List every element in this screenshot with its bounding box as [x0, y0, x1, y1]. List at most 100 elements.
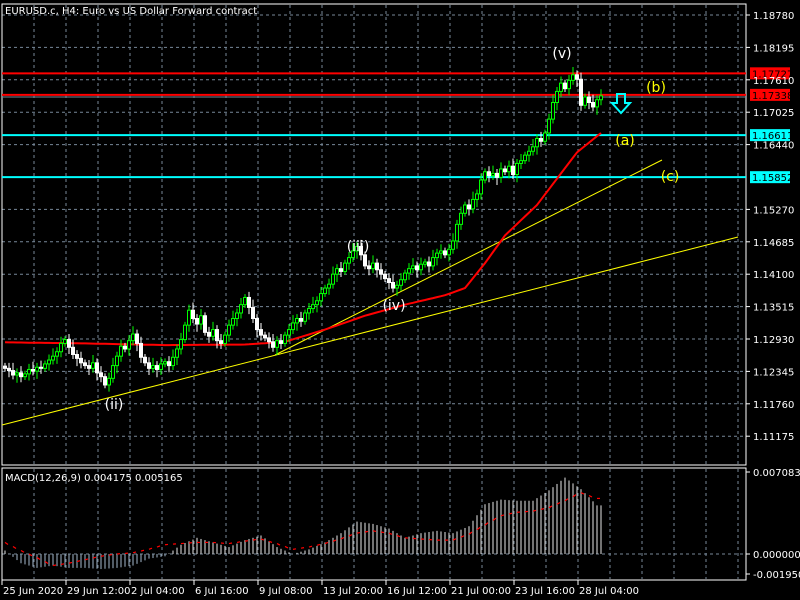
- time-tick-label: 28 Jul 04:00: [579, 586, 639, 597]
- candle-bullish: [331, 273, 335, 285]
- signal-segment: [4, 541, 9, 545]
- candle-bullish: [159, 363, 163, 370]
- candle-bullish: [543, 132, 547, 142]
- price-level-label: 1.15852: [752, 173, 793, 184]
- candle-bearish: [67, 339, 71, 348]
- time-tick-label: 21 Jul 00:00: [451, 586, 511, 597]
- candle-bullish: [515, 162, 519, 176]
- candle-bullish: [347, 257, 351, 264]
- candle-bearish: [487, 171, 491, 177]
- candle-bullish: [567, 79, 571, 90]
- candle-bearish: [75, 354, 79, 359]
- candle-bearish: [299, 318, 303, 322]
- candle-bullish: [107, 377, 111, 386]
- candle-bearish: [251, 306, 255, 320]
- candle-bullish: [223, 334, 227, 344]
- candle-bullish: [51, 355, 55, 361]
- candle-bearish: [219, 340, 223, 344]
- candle-bearish: [3, 365, 7, 369]
- candle-bullish: [471, 198, 475, 210]
- candle-bearish: [215, 329, 219, 342]
- trendlines[interactable]: [1, 159, 739, 426]
- candle-bearish: [495, 172, 499, 178]
- price-tick-label: 1.11175: [753, 432, 794, 443]
- candle-bearish: [367, 265, 371, 270]
- price-tick-label: 1.11760: [753, 400, 794, 411]
- candle-bearish: [191, 309, 195, 320]
- candle-bullish: [227, 324, 231, 336]
- candle-bearish: [203, 315, 207, 333]
- candle-bearish: [503, 168, 507, 173]
- candle-bearish: [267, 337, 271, 343]
- macd-label: MACD(12,26,9) 0.004175 0.005165: [5, 473, 183, 484]
- signal-segment: [356, 531, 361, 534]
- time-axis: 25 Jun 2020 29 Jun 12:00 2 Jul 04:00 6 Jul …: [1, 580, 639, 597]
- candle-bullish: [519, 160, 523, 164]
- signal-segment: [252, 538, 257, 541]
- candle-bullish: [235, 312, 239, 320]
- price-levels[interactable]: 1.177271.173381.166111.15852: [2, 67, 793, 184]
- candle-bearish: [139, 342, 143, 358]
- candle-bullish: [595, 99, 599, 108]
- candle-bearish: [19, 372, 23, 378]
- candle-bullish: [459, 212, 463, 225]
- macd-histogram: [4, 477, 602, 570]
- candle-bullish: [179, 339, 183, 350]
- candle-bullish: [15, 372, 19, 376]
- price-tick-label: 1.14685: [753, 238, 794, 249]
- macd-tick-label: -0.001950: [753, 570, 800, 581]
- candle-bullish: [295, 318, 299, 324]
- candle-bullish: [475, 193, 479, 200]
- candle-bullish: [35, 366, 39, 372]
- candle-bullish: [335, 268, 339, 275]
- price-chart[interactable]: 1.177271.173381.166111.15852 1.18780 1.18…: [0, 0, 800, 600]
- candle-bearish: [511, 165, 515, 176]
- candle-bullish: [211, 329, 215, 337]
- candle-bearish: [391, 282, 395, 289]
- candle-bullish: [455, 223, 459, 242]
- macd-tick-label: 0.007083: [753, 468, 800, 479]
- candle-bullish: [371, 262, 375, 270]
- candle-bullish: [275, 340, 279, 348]
- candle-bullish: [151, 365, 155, 369]
- candle-bearish: [375, 262, 379, 271]
- signal-segment: [300, 547, 305, 549]
- candle-bullish: [23, 373, 27, 378]
- time-tick-label: 25 Jun 2020: [3, 586, 63, 597]
- candle-bullish: [483, 171, 487, 181]
- wave-label-b: (b): [646, 80, 666, 96]
- signal-segment: [140, 549, 145, 552]
- signal-segment: [148, 547, 153, 550]
- candle-bullish: [55, 351, 59, 357]
- candle-bullish: [447, 248, 451, 256]
- candle-bullish: [91, 362, 95, 369]
- candle-bearish: [87, 365, 91, 369]
- candle-bullish: [183, 324, 187, 341]
- signal-segment: [372, 530, 377, 533]
- candle-bearish: [31, 368, 35, 372]
- candle-bearish: [147, 362, 151, 369]
- candle-bearish: [39, 366, 43, 369]
- signal-segment: [52, 564, 57, 567]
- candle-bearish: [259, 329, 263, 336]
- candle-bullish: [175, 348, 179, 358]
- candle-bullish: [287, 329, 291, 336]
- time-tick-label: 9 Jul 08:00: [259, 586, 313, 597]
- chart-title: EURUSD.c, H4: Euro vs US Dollar Forward …: [5, 6, 257, 17]
- candle-bearish: [123, 345, 127, 350]
- candle-bullish: [403, 272, 407, 281]
- wave-label-iii: (iii): [347, 239, 370, 255]
- candle-bullish: [423, 261, 427, 265]
- candle-bullish: [283, 334, 287, 344]
- signal-segment: [276, 543, 281, 546]
- signal-segment: [380, 531, 385, 534]
- signal-segment: [308, 545, 313, 548]
- signal-segment: [236, 541, 241, 544]
- signal-segment: [508, 512, 513, 515]
- candle-bearish: [279, 340, 283, 344]
- candle-bullish: [243, 296, 247, 306]
- signal-segment: [316, 543, 321, 546]
- candle-bullish: [571, 74, 575, 81]
- signal-segment: [76, 560, 81, 563]
- candle-bearish: [587, 96, 591, 104]
